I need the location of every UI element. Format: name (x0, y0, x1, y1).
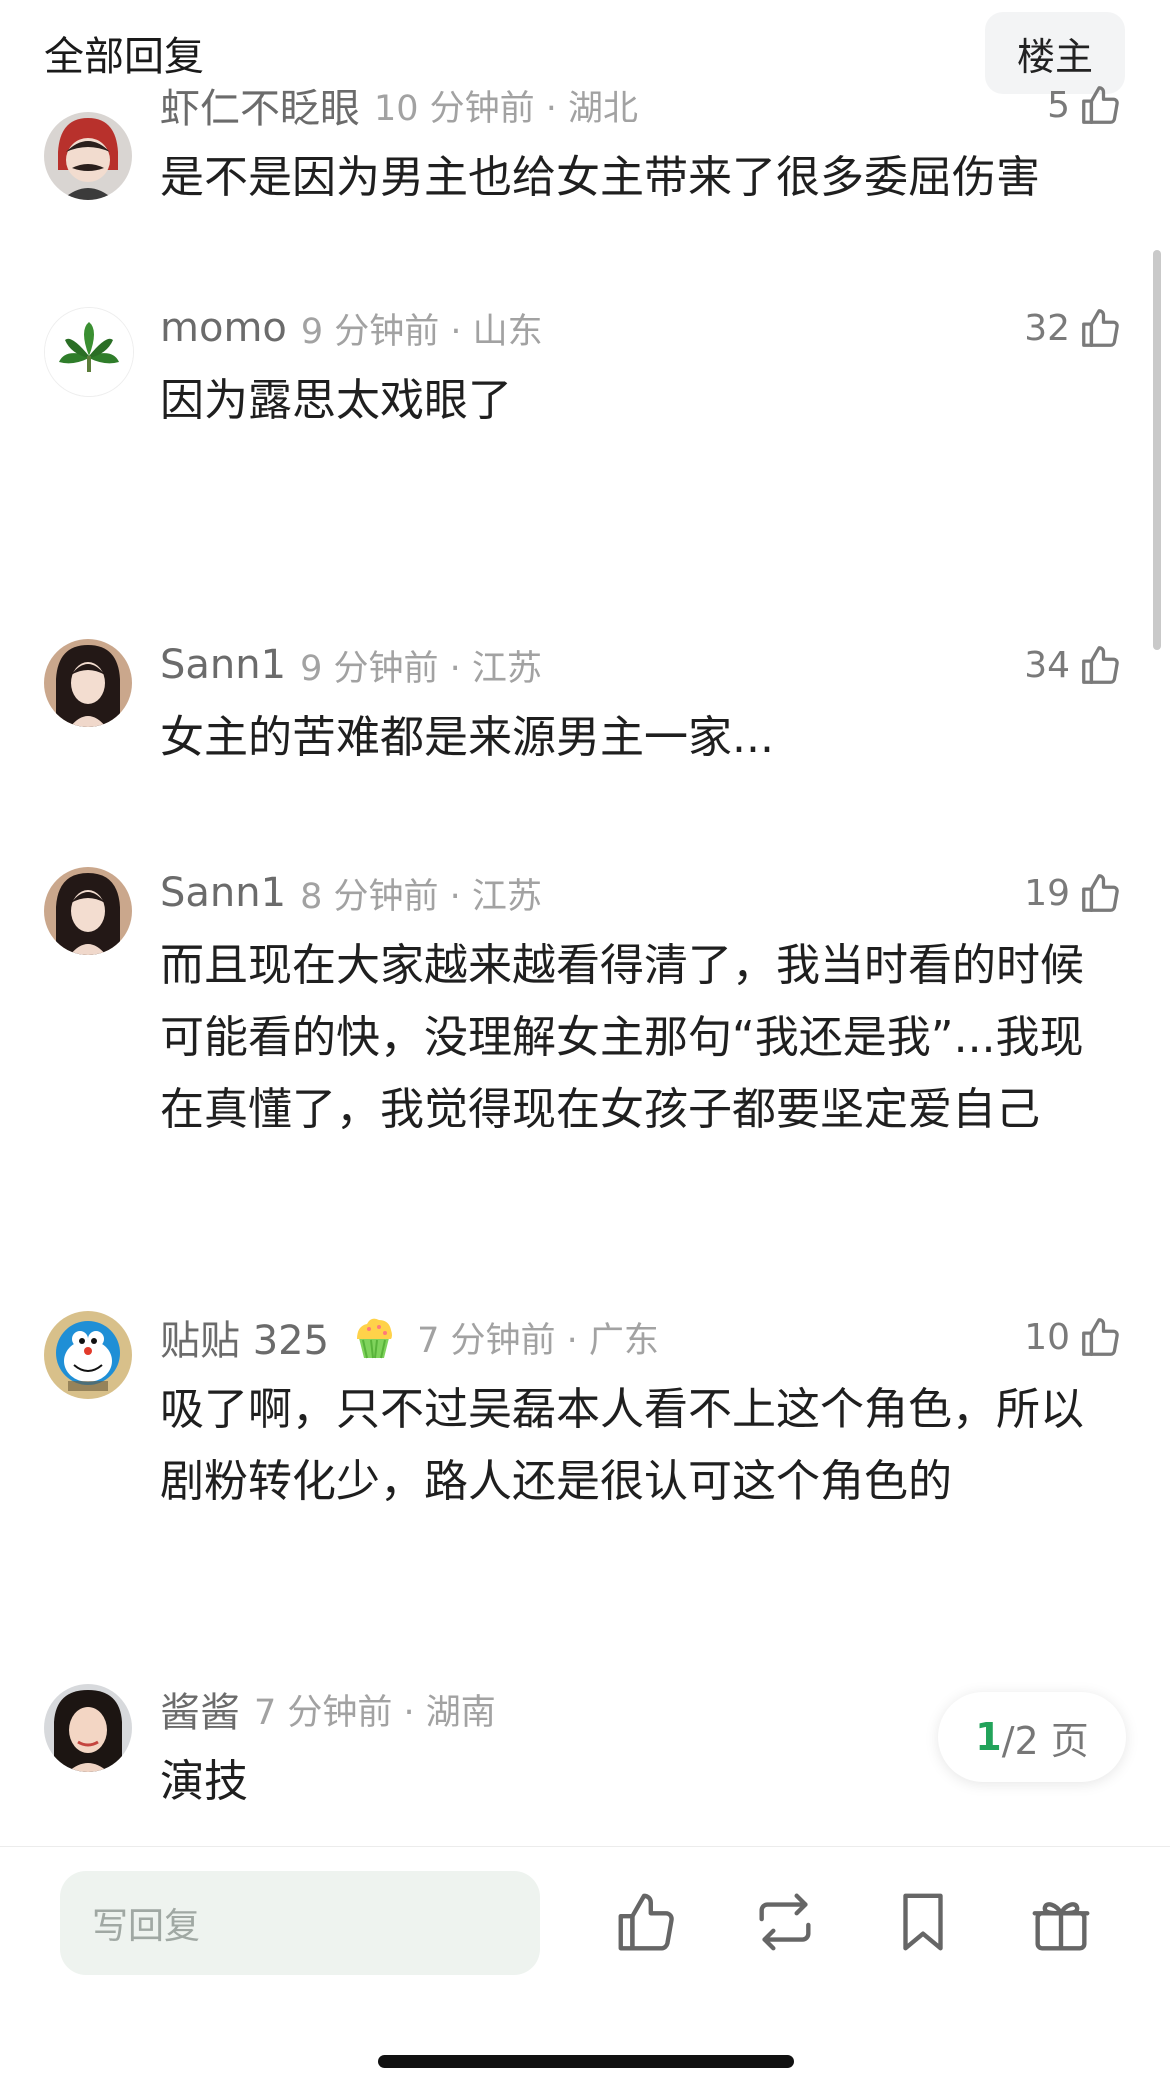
time-location: 7 分钟前 · 湖南 (254, 1692, 496, 1733)
page-title: 全部回复 (44, 34, 204, 80)
avatar[interactable] (44, 1684, 132, 1772)
comment-text: 女主的苦难都是来源男主一家... (160, 712, 774, 763)
thumbs-up-icon (1078, 1314, 1124, 1360)
like-count: 32 (1024, 307, 1070, 349)
reply-input[interactable]: 写回复 (60, 1871, 540, 1975)
reply-placeholder: 写回复 (92, 1906, 201, 1947)
like-icon[interactable] (612, 1887, 682, 1957)
current-page: 1 (975, 1715, 1002, 1759)
page-indicator[interactable]: 1/2 页 (938, 1692, 1126, 1782)
comment-text: 是不是因为男主也给女主带来了很多委屈伤害 (160, 152, 1040, 203)
like-count: 5 (1047, 84, 1070, 126)
like-count: 34 (1024, 644, 1070, 686)
comment-meta: 酱酱 7 分钟前 · 湖南 (160, 1684, 496, 1736)
like-button[interactable]: 5 (1047, 80, 1124, 130)
like-button[interactable]: 10 (1024, 1312, 1124, 1362)
avatar[interactable] (44, 639, 132, 727)
time-location: 10 分钟前 · 湖北 (374, 88, 639, 129)
gift-icon[interactable] (1026, 1887, 1096, 1957)
avatar[interactable] (44, 112, 132, 200)
comment-meta: 虾仁不眨眼 10 分钟前 · 湖北 (160, 80, 639, 132)
comment-text: 而且现在大家越来越看得清了，我当时看的时候可能看的快，没理解女主那句“我还是我”… (160, 940, 1084, 1135)
home-indicator[interactable] (378, 2055, 794, 2068)
username[interactable]: 酱酱 (160, 1680, 240, 1738)
thumbs-up-icon (1078, 642, 1124, 688)
username[interactable]: Sann1 (160, 642, 286, 688)
bookmark-icon[interactable] (888, 1887, 958, 1957)
like-count: 19 (1024, 872, 1070, 914)
username[interactable]: momo (160, 305, 287, 351)
thumbs-up-icon (1078, 870, 1124, 916)
thumbs-up-icon (1078, 305, 1124, 351)
avatar[interactable] (44, 1311, 132, 1399)
comment-text: 因为露思太戏眼了 (160, 375, 512, 426)
repost-icon[interactable] (750, 1887, 820, 1957)
time-location: 9 分钟前 · 江苏 (300, 648, 542, 689)
like-count: 10 (1024, 1316, 1070, 1358)
time-location: 8 分钟前 · 江苏 (300, 876, 542, 917)
like-button[interactable]: 19 (1024, 868, 1124, 918)
comment-text: 吸了啊，只不过吴磊本人看不上这个角色，所以剧粉转化少，路人还是很认可这个角色的 (160, 1384, 1084, 1507)
avatar[interactable] (44, 867, 132, 955)
time-location: 7 分钟前 · 广东 (417, 1320, 659, 1361)
comment-meta: 贴贴 325 7 分钟前 · 广东 (160, 1312, 659, 1364)
username[interactable]: 虾仁不眨眼 (160, 76, 360, 134)
comment-meta: momo 9 分钟前 · 山东 (160, 303, 543, 353)
total-pages: /2 页 (1001, 1718, 1089, 1763)
time-location: 9 分钟前 · 山东 (300, 311, 543, 352)
avatar[interactable] (44, 307, 134, 397)
username[interactable]: 贴贴 325 (160, 1308, 329, 1366)
comment-meta: Sann1 8 分钟前 · 江苏 (160, 868, 542, 918)
cupcake-icon (349, 1312, 399, 1362)
comment-meta: Sann1 9 分钟前 · 江苏 (160, 640, 542, 690)
like-button[interactable]: 34 (1024, 640, 1124, 690)
like-button[interactable]: 32 (1024, 303, 1124, 353)
username[interactable]: Sann1 (160, 870, 286, 916)
thumbs-up-icon (1078, 82, 1124, 128)
scrollbar[interactable] (1153, 250, 1161, 650)
